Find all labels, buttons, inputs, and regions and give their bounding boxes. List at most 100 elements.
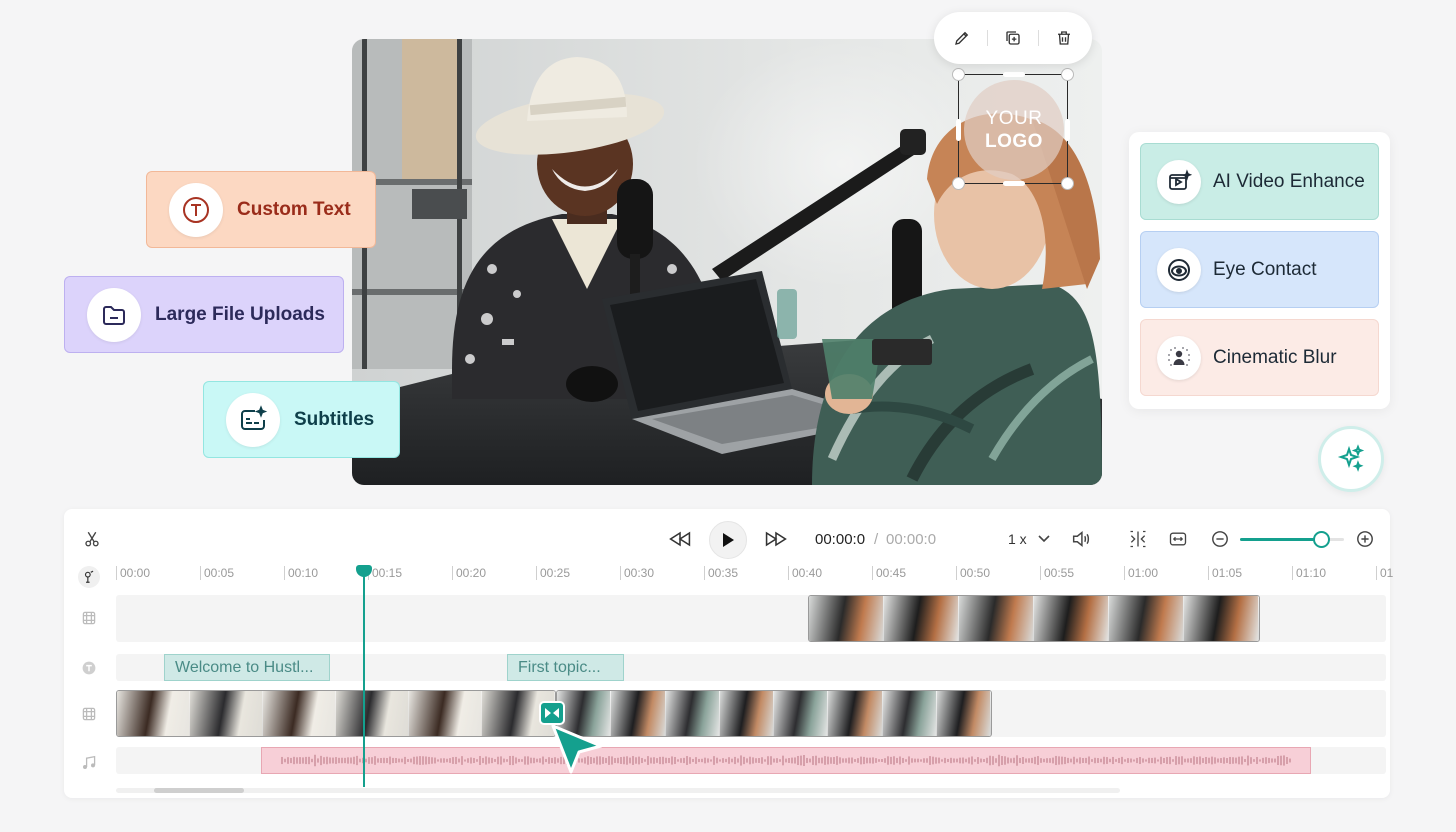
resize-handle-right[interactable]	[1065, 119, 1070, 141]
main-video-track-icon	[80, 705, 98, 723]
zoom-in-button[interactable]	[1353, 527, 1377, 551]
cinematic-blur-label: Cinematic Blur	[1213, 346, 1337, 368]
video-frame-thumbnail	[828, 691, 883, 736]
zoom-slider-fill	[1240, 538, 1322, 541]
ruler-tick: 00:25	[536, 566, 570, 580]
video-track-icon	[80, 609, 98, 627]
speed-dropdown[interactable]	[1034, 529, 1054, 549]
eye-contact-option[interactable]: Eye Contact	[1140, 231, 1379, 308]
cinematic-blur-option[interactable]: Cinematic Blur	[1140, 319, 1379, 396]
pin-icon	[84, 570, 94, 583]
resize-handle-top-right[interactable]	[1061, 68, 1074, 81]
playhead-line	[363, 569, 365, 787]
video-frame-thumbnail	[959, 596, 1034, 641]
logo-line2: LOGO	[985, 131, 1043, 152]
video-frame-thumbnail	[884, 596, 959, 641]
video-clip-intro[interactable]	[116, 690, 556, 737]
text-t-icon	[169, 182, 223, 237]
audio-waveform	[281, 754, 1291, 767]
edit-button[interactable]	[948, 24, 976, 52]
video-clip-conversation[interactable]	[556, 690, 992, 737]
ruler-tick: 00:35	[704, 566, 738, 580]
ai-video-enhance-option[interactable]: AI Video Enhance	[1140, 143, 1379, 220]
timeline-editor: 00:00:0 / 00:00:0 1 x 00:00 00:05 00:10 00:…	[64, 509, 1393, 798]
overlay-video-clip[interactable]	[808, 595, 1260, 642]
resize-handle-top-left[interactable]	[952, 68, 965, 81]
ruler-tick: 00:10	[284, 566, 318, 580]
ai-video-enhance-label: AI Video Enhance	[1213, 170, 1365, 192]
zoom-slider[interactable]	[1240, 531, 1344, 548]
total-time: 00:00:0	[886, 531, 937, 548]
speaker-icon	[1072, 531, 1090, 547]
video-frame-thumbnail	[336, 691, 409, 736]
large-file-uploads-label: Large File Uploads	[155, 303, 325, 325]
rewind-icon	[669, 531, 691, 547]
ruler-tick: 00:15	[368, 566, 402, 580]
fast-forward-icon	[765, 531, 787, 547]
large-file-uploads-feature[interactable]: Large File Uploads	[64, 276, 344, 353]
scissors-icon	[85, 531, 99, 547]
playback-speed[interactable]: 1 x	[1008, 531, 1027, 547]
timeline-scrollbar-thumb[interactable]	[154, 788, 244, 793]
logo-placeholder: YOUR LOGO	[964, 80, 1064, 180]
video-frame-thumbnail	[936, 691, 991, 736]
video-enhance-icon	[1157, 159, 1201, 204]
video-frame-thumbnail	[774, 691, 829, 736]
resize-handle-left[interactable]	[956, 119, 961, 141]
split-button[interactable]	[80, 527, 104, 551]
ruler-tick: 00:50	[956, 566, 990, 580]
play-button[interactable]	[709, 521, 747, 559]
video-frame-thumbnail	[809, 596, 884, 641]
audio-track[interactable]	[116, 747, 1386, 774]
video-frame-thumbnail	[1184, 596, 1259, 641]
mouse-cursor-icon	[551, 724, 603, 774]
current-time: 00:00:0	[815, 531, 866, 548]
ruler-tick: 00:20	[452, 566, 486, 580]
eye-contact-label: Eye Contact	[1213, 258, 1317, 280]
ruler-tick: 01:10	[1292, 566, 1326, 580]
logo-selection-box[interactable]: YOUR LOGO	[952, 68, 1074, 190]
fast-forward-button[interactable]	[762, 527, 790, 551]
sparkle-icon	[1337, 444, 1365, 472]
delete-button[interactable]	[1050, 24, 1078, 52]
main-video-track[interactable]	[116, 690, 1386, 737]
time-ruler[interactable]: 00:00 00:05 00:10 00:15 00:20 00:25 00:30 00:35…	[116, 566, 1393, 584]
text-clip[interactable]: First topic...	[507, 654, 624, 681]
pin-marker-button[interactable]	[78, 566, 100, 588]
play-icon	[723, 533, 734, 547]
snap-button[interactable]	[1126, 527, 1150, 551]
resize-handle-bottom-right[interactable]	[1061, 177, 1074, 190]
zoom-out-button[interactable]	[1208, 527, 1232, 551]
custom-text-feature[interactable]: Custom Text	[146, 171, 376, 248]
snap-center-icon	[1130, 530, 1146, 548]
subtitles-feature[interactable]: Subtitles	[203, 381, 400, 458]
zoom-slider-handle[interactable]	[1313, 531, 1331, 548]
toolbar-divider	[986, 30, 988, 46]
element-edit-toolbar	[934, 12, 1092, 64]
volume-button[interactable]	[1069, 527, 1093, 551]
text-track[interactable]: Welcome to Hustl... First topic...	[116, 654, 1386, 681]
ruler-tick: 00:30	[620, 566, 654, 580]
folder-icon	[87, 287, 141, 342]
fit-timeline-button[interactable]	[1166, 527, 1190, 551]
video-frame-thumbnail	[190, 691, 263, 736]
ai-magic-button[interactable]	[1318, 426, 1384, 492]
video-frame-thumbnail	[117, 691, 190, 736]
text-clip[interactable]: Welcome to Hustl...	[164, 654, 330, 681]
timeline-scrollbar[interactable]	[116, 788, 1120, 793]
resize-handle-bottom[interactable]	[1003, 181, 1025, 186]
blur-person-icon	[1157, 335, 1201, 380]
ruler-tick: 00:55	[1040, 566, 1074, 580]
pencil-icon	[954, 31, 968, 45]
chevron-down-icon	[1038, 535, 1050, 543]
overlay-video-track[interactable]	[116, 595, 1386, 642]
ruler-tick: 01:00	[1124, 566, 1158, 580]
resize-handle-top[interactable]	[1003, 72, 1025, 77]
video-frame-thumbnail	[263, 691, 336, 736]
ai-tools-panel: AI Video Enhance Eye Contact Cinematic B…	[1129, 132, 1390, 409]
audio-clip[interactable]	[261, 747, 1311, 774]
video-frame-thumbnail	[882, 691, 937, 736]
resize-handle-bottom-left[interactable]	[952, 177, 965, 190]
rewind-button[interactable]	[666, 527, 694, 551]
duplicate-button[interactable]	[999, 24, 1027, 52]
